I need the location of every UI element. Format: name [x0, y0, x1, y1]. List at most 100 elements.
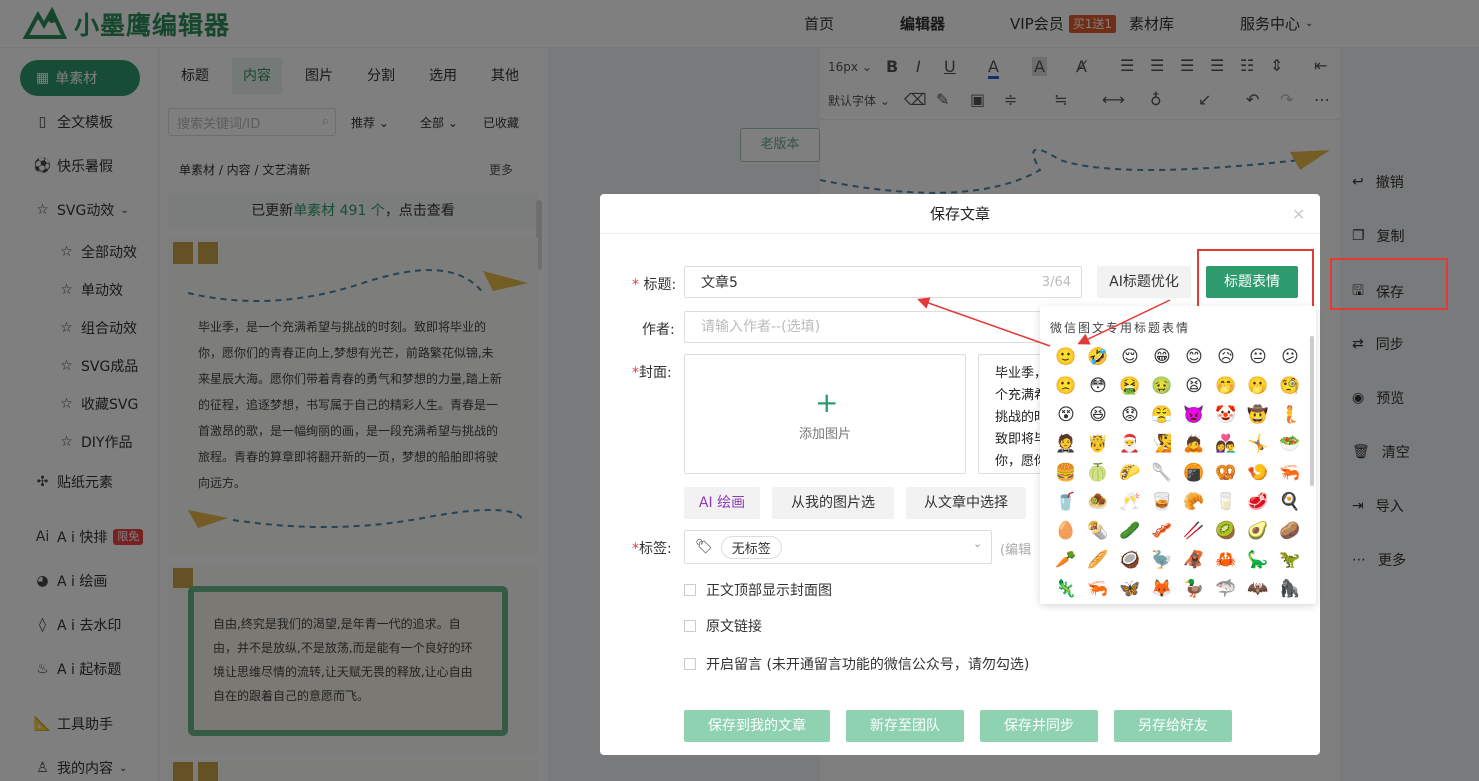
emoji-item[interactable]: 🥩	[1242, 487, 1274, 516]
emoji-item[interactable]: 🦋	[1114, 574, 1146, 603]
add-image-label: 添加图片	[798, 427, 851, 442]
emoji-item[interactable]: 🦐	[1082, 574, 1114, 603]
emoji-item[interactable]: 🦆	[1178, 574, 1210, 603]
emoji-item[interactable]: 🌮	[1114, 458, 1146, 487]
checkbox	[684, 620, 696, 632]
emoji-item[interactable]: 🎅	[1114, 429, 1146, 458]
emoji-item[interactable]: 🥃	[1146, 487, 1178, 516]
emoji-item[interactable]: 🤣	[1082, 342, 1114, 371]
emoji-item[interactable]: 🧏	[1146, 429, 1178, 458]
emoji-item[interactable]: 😁	[1146, 342, 1178, 371]
emoji-item[interactable]: 🥄	[1146, 458, 1178, 487]
emoji-item[interactable]: 🍳	[1274, 487, 1306, 516]
emoji-item[interactable]: 🙂	[1050, 342, 1082, 371]
emoji-item[interactable]: 🥛	[1210, 487, 1242, 516]
emoji-item[interactable]: 🥨	[1210, 458, 1242, 487]
emoji-item[interactable]: 🤴	[1082, 429, 1114, 458]
emoji-item[interactable]: 😳	[1082, 371, 1114, 400]
emoji-item[interactable]: 🦀	[1210, 545, 1242, 574]
title-label: * 标题:	[632, 277, 677, 293]
emoji-item[interactable]: 🦊	[1146, 574, 1178, 603]
title-field[interactable]: 文章5 3/64	[684, 266, 1082, 298]
from-article-button[interactable]: 从文章中选择	[906, 487, 1026, 519]
author-field[interactable]: 请输入作者--(选填)	[684, 311, 1082, 343]
emoji-item[interactable]: 🥝	[1210, 516, 1242, 545]
emoji-item[interactable]: 🦤	[1146, 545, 1178, 574]
emoji-item[interactable]: 🍔	[1050, 458, 1082, 487]
emoji-item[interactable]: 🧐	[1274, 371, 1306, 400]
emoji-item[interactable]: 🥥	[1114, 545, 1146, 574]
checkbox	[684, 658, 696, 670]
from-my-images-button[interactable]: 从我的图片选	[772, 487, 894, 519]
emoji-item[interactable]: 🧆	[1082, 487, 1114, 516]
emoji-item[interactable]: 🤡	[1210, 400, 1242, 429]
char-counter: 3/64	[1041, 274, 1071, 290]
emoji-item[interactable]: 🤢	[1146, 371, 1178, 400]
emoji-item[interactable]: 😤	[1146, 400, 1178, 429]
save-to-my-articles-button[interactable]: 保存到我的文章	[684, 710, 830, 742]
show-cover-checkbox[interactable]: 正文顶部显示封面图	[684, 580, 832, 600]
emoji-item[interactable]: 🦈	[1210, 574, 1242, 603]
emoji-item[interactable]: 🌯	[1082, 516, 1114, 545]
emoji-item[interactable]: 🤸	[1242, 429, 1274, 458]
emoji-item[interactable]: 🦐	[1274, 458, 1306, 487]
emoji-item[interactable]: 🥚	[1050, 516, 1082, 545]
checkbox-label: 正文顶部显示封面图	[706, 583, 832, 599]
emoji-item[interactable]: 😌	[1114, 342, 1146, 371]
author-label: 作者:	[642, 322, 675, 338]
emoji-item[interactable]: 🥒	[1114, 516, 1146, 545]
emoji-item[interactable]: 🦕	[1242, 545, 1274, 574]
emoji-item[interactable]: 🍈	[1082, 458, 1114, 487]
emoji-item[interactable]: 🙁	[1050, 371, 1082, 400]
emoji-item[interactable]: 🦇	[1242, 574, 1274, 603]
emoji-item[interactable]: 🥖	[1082, 545, 1114, 574]
emoji-item[interactable]: 😐	[1242, 342, 1274, 371]
emoji-item[interactable]: 🥤	[1050, 487, 1082, 516]
emoji-item[interactable]: 👩‍❤️‍👨	[1210, 429, 1242, 458]
ai-title-optimize-button[interactable]: AI标题优化	[1097, 266, 1191, 298]
emoji-item[interactable]: 🥕	[1050, 545, 1082, 574]
enable-comments-checkbox[interactable]: 开启留言 (未开通留言功能的微信公众号，请勿勾选)	[684, 654, 1029, 674]
close-icon[interactable]: ✕	[1292, 205, 1305, 224]
tag-select[interactable]: 🏷 无标签 ⌄	[684, 530, 992, 564]
emoji-item[interactable]: 🍤	[1242, 458, 1274, 487]
add-cover-area[interactable]: + 添加图片	[684, 354, 966, 474]
emoji-item[interactable]: 😫	[1178, 371, 1210, 400]
emoji-item[interactable]: 🥐	[1178, 487, 1210, 516]
original-link-checkbox[interactable]: 原文链接	[684, 616, 762, 636]
emoji-item[interactable]: 🧜	[1274, 400, 1306, 429]
emoji-item[interactable]: 😊	[1178, 342, 1210, 371]
ai-paint-button[interactable]: AI 绘画	[684, 487, 760, 519]
emoji-item[interactable]: 🫢	[1242, 371, 1274, 400]
emoji-item[interactable]: 😟	[1114, 400, 1146, 429]
emoji-item[interactable]: 🦧	[1178, 545, 1210, 574]
emoji-item[interactable]: 🥗	[1274, 429, 1306, 458]
emoji-item[interactable]: 😆	[1082, 400, 1114, 429]
edit-tags-link[interactable]: (编辑	[1000, 539, 1031, 558]
emoji-item[interactable]: 🤭	[1210, 371, 1242, 400]
emoji-item[interactable]: 🥢	[1178, 516, 1210, 545]
emoji-item[interactable]: 🥂	[1114, 487, 1146, 516]
emoji-item[interactable]: 🙇	[1178, 429, 1210, 458]
emoji-item[interactable]: 🦖	[1274, 545, 1306, 574]
emoji-item[interactable]: 🤠	[1242, 400, 1274, 429]
emoji-item[interactable]: 😕	[1274, 342, 1306, 371]
emoji-item[interactable]: 🤵	[1050, 429, 1082, 458]
emoji-item[interactable]: 🤮	[1114, 371, 1146, 400]
save-for-friend-button[interactable]: 另存给好友	[1114, 710, 1232, 742]
save-to-team-button[interactable]: 新存至团队	[846, 710, 964, 742]
emoji-item[interactable]: 🍘	[1178, 458, 1210, 487]
checkbox-label: 开启留言 (未开通留言功能的微信公众号，请勿勾选)	[706, 657, 1030, 673]
emoji-item[interactable]: 🥓	[1146, 516, 1178, 545]
emoji-popup-title: 微信图文专用标题表情	[1050, 321, 1191, 335]
emoji-item[interactable]: 🥔	[1274, 516, 1306, 545]
emoji-item[interactable]: 😵	[1050, 400, 1082, 429]
emoji-item[interactable]: 🥑	[1242, 516, 1274, 545]
save-and-sync-button[interactable]: 保存并同步	[980, 710, 1098, 742]
emoji-item[interactable]: 🦍	[1274, 574, 1306, 603]
emoji-item[interactable]: 🦎	[1050, 574, 1082, 603]
checkbox-label: 原文链接	[706, 619, 762, 635]
emoji-scrollbar[interactable]	[1310, 336, 1314, 486]
emoji-item[interactable]: 😥	[1210, 342, 1242, 371]
emoji-item[interactable]: 👿	[1178, 400, 1210, 429]
